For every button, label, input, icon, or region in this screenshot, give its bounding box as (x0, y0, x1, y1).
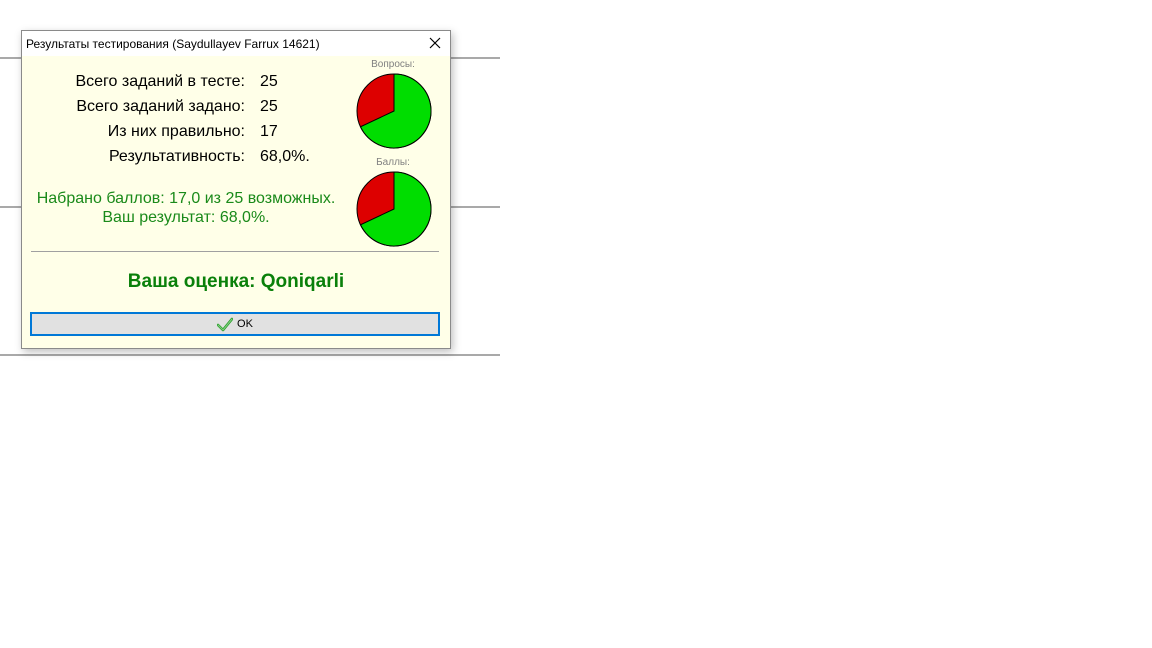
close-button[interactable] (420, 31, 450, 56)
stat-value-correct: 17 (260, 123, 278, 140)
stat-label-total-tasks: Всего заданий в тесте: (75, 73, 245, 90)
grade-text: Ваша оценка: Qoniqarli (127, 271, 345, 292)
window-title: Результаты тестирования (Saydullayev Far… (26, 37, 320, 51)
stat-label-asked-tasks: Всего заданий задано: (76, 98, 245, 115)
ok-button[interactable]: OK (30, 312, 440, 336)
stat-value-efficiency: 68,0%. (260, 148, 310, 165)
title-bar[interactable]: Результаты тестирования (Saydullayev Far… (22, 31, 450, 56)
close-icon (429, 37, 441, 49)
questions-pie-chart (356, 73, 432, 149)
checkmark-icon (217, 317, 234, 331)
stat-label-efficiency: Результативность: (108, 148, 245, 165)
points-pie-chart (356, 171, 432, 247)
divider (31, 251, 439, 252)
points-summary: Набрано баллов: 17,0 из 25 возможных. (36, 190, 336, 207)
ok-button-label: OK (237, 318, 253, 330)
stat-label-correct: Из них правильно: (107, 123, 245, 140)
stat-value-total-tasks: 25 (260, 73, 278, 90)
result-summary: Ваш результат: 68,0%. (102, 209, 270, 226)
background-line (0, 354, 500, 356)
points-pie-caption: Баллы: (376, 157, 410, 168)
questions-pie-caption: Вопросы: (371, 59, 415, 70)
stat-value-asked-tasks: 25 (260, 98, 278, 115)
results-dialog: Результаты тестирования (Saydullayev Far… (21, 30, 451, 349)
